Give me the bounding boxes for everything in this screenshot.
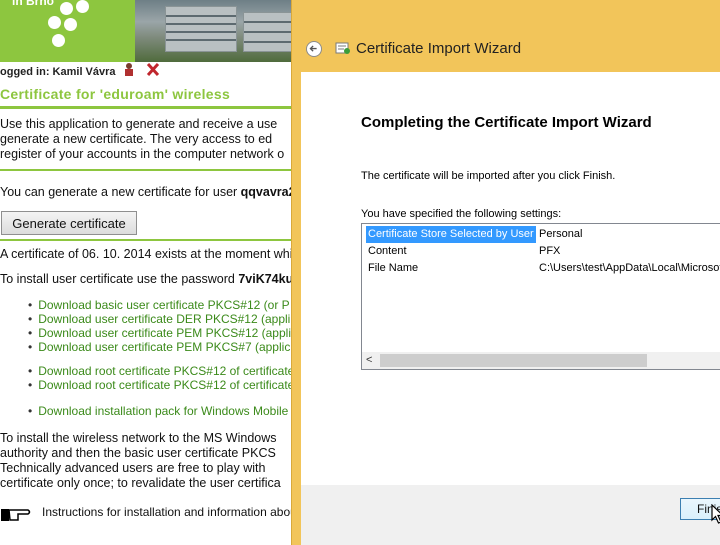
wizard-heading: Completing the Certificate Import Wizard xyxy=(361,114,652,131)
certificate-import-wizard: Certificate Import Wizard Completing the… xyxy=(291,0,720,545)
wizard-header: Certificate Import Wizard xyxy=(292,0,720,72)
logo-dot xyxy=(60,2,73,15)
settings-row[interactable]: File Name C:\Users\test\AppData\Local\Mi… xyxy=(362,260,720,277)
logout-icon[interactable] xyxy=(146,63,160,76)
settings-label: You have specified the following setting… xyxy=(361,208,562,220)
install-text-line: Technically advanced users are free to p… xyxy=(0,461,266,475)
setting-value: Personal xyxy=(539,228,583,240)
brand-text: in Brno xyxy=(12,0,54,8)
password-value: 7viK74ku xyxy=(238,272,294,286)
instructions-link[interactable]: Instructions for installation and inform… xyxy=(42,505,297,519)
download-links-root: Download root certificate PKCS#12 of cer… xyxy=(28,364,294,392)
generate-text: You can generate a new certificate for u… xyxy=(0,185,308,199)
back-arrow-icon xyxy=(309,45,317,52)
title-divider xyxy=(0,106,295,109)
download-links-user: Download basic user certificate PKCS#12 … xyxy=(28,298,291,354)
download-link[interactable]: Download root certificate PKCS#12 of cer… xyxy=(28,364,294,378)
logo-dot xyxy=(64,18,77,31)
pointing-hand-icon xyxy=(1,509,31,521)
mouse-cursor-icon xyxy=(711,504,720,524)
logo-dot xyxy=(48,16,61,29)
download-link[interactable]: Download user certificate PEM PKCS#7 (ap… xyxy=(28,340,291,354)
install-text-line: authority and then the basic user certif… xyxy=(0,446,276,460)
wizard-content: Completing the Certificate Import Wizard… xyxy=(301,72,720,485)
generate-certificate-button[interactable]: Generate certificate xyxy=(1,211,137,235)
user-icon[interactable] xyxy=(124,63,134,76)
scroll-left-arrow[interactable]: < xyxy=(366,354,372,366)
setting-key: Content xyxy=(368,245,407,257)
logo-dot xyxy=(52,34,65,47)
wizard-footer: Finish xyxy=(301,485,720,545)
wizard-title: Certificate Import Wizard xyxy=(356,40,522,57)
certificate-icon xyxy=(335,42,350,54)
install-text-line: certificate only once; to revalidate the… xyxy=(0,476,281,490)
section-divider xyxy=(0,169,295,171)
scrollbar-thumb[interactable] xyxy=(380,354,647,367)
banner-logo: in Brno xyxy=(0,0,135,62)
logged-in-label: ogged in: Kamil Vávra xyxy=(0,66,116,78)
password-text: To install user certificate use the pass… xyxy=(0,272,294,286)
banner-photo xyxy=(135,0,295,62)
download-link[interactable]: Download basic user certificate PKCS#12 … xyxy=(28,298,291,312)
intro-line: generate a new certificate. The very acc… xyxy=(0,132,273,146)
setting-key: Certificate Store Selected by User xyxy=(366,226,536,243)
setting-value: PFX xyxy=(539,245,561,257)
download-link[interactable]: Download user certificate DER PKCS#12 (a… xyxy=(28,312,291,326)
building xyxy=(243,12,295,52)
settings-list[interactable]: Certificate Store Selected by User Perso… xyxy=(361,223,720,370)
section-divider xyxy=(0,239,295,241)
back-button[interactable] xyxy=(306,41,322,57)
install-text-line: To install the wireless network to the M… xyxy=(0,431,277,445)
wizard-info-text: The certificate will be imported after y… xyxy=(361,170,616,182)
settings-row[interactable]: Content PFX xyxy=(362,243,720,260)
intro-line: register of your accounts in the compute… xyxy=(0,147,285,161)
horizontal-scrollbar[interactable]: < xyxy=(362,352,720,369)
setting-value: C:\Users\test\AppData\Local\Microsoft xyxy=(539,262,720,274)
download-link[interactable]: Download installation pack for Windows M… xyxy=(28,404,288,418)
existing-certificate-text: A certificate of 06. 10. 2014 exists at … xyxy=(0,247,306,261)
download-link[interactable]: Download user certificate PEM PKCS#12 (a… xyxy=(28,326,291,340)
logo-dot xyxy=(76,0,89,13)
building xyxy=(165,6,237,52)
setting-key: File Name xyxy=(368,262,419,274)
generate-user: qqvavra2 xyxy=(240,185,296,199)
intro-line: Use this application to generate and rec… xyxy=(0,117,278,131)
download-links-mobile: Download installation pack for Windows M… xyxy=(28,404,288,418)
page-title: Certificate for 'eduroam' wireless xyxy=(0,86,231,102)
download-link[interactable]: Download root certificate PKCS#12 of cer… xyxy=(28,378,294,392)
settings-row[interactable]: Certificate Store Selected by User Perso… xyxy=(362,226,720,243)
